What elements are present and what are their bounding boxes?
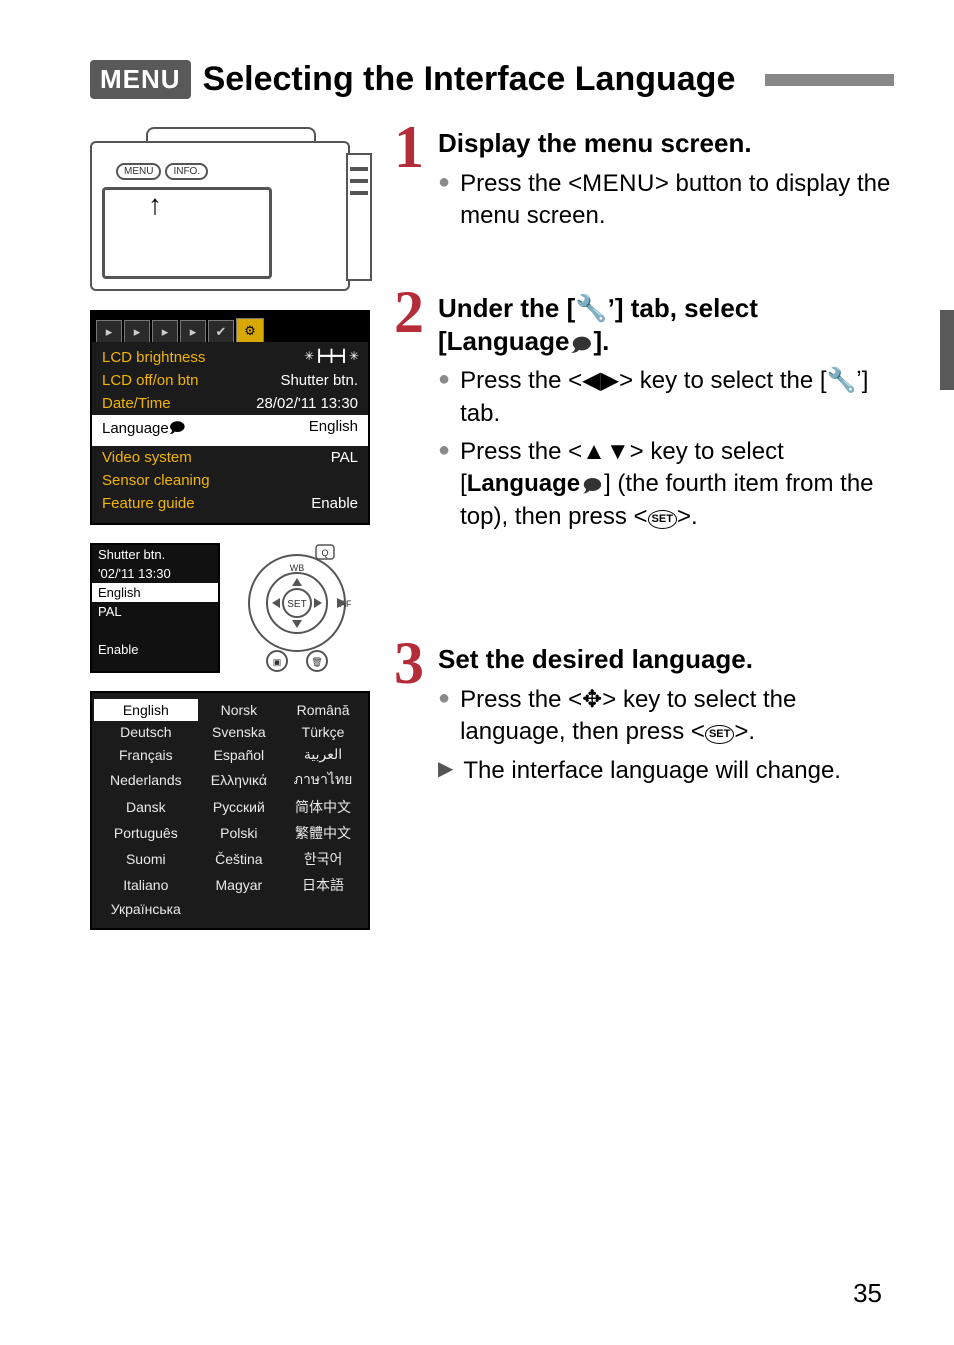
svg-text:WB: WB bbox=[290, 563, 305, 573]
language-option bbox=[280, 898, 366, 920]
step-number: 3 bbox=[394, 633, 424, 693]
step-text: Press the <◀▶> key to select the [🔧ʼ] ta… bbox=[460, 365, 894, 430]
snippet-row: Shutter btn. bbox=[92, 545, 218, 564]
step-number: 1 bbox=[394, 117, 424, 177]
menu-tab: ✔ bbox=[208, 320, 234, 342]
snippet-row: Enable bbox=[92, 640, 218, 659]
language-option: Türkçe bbox=[280, 721, 366, 743]
language-option: Русский bbox=[198, 794, 280, 820]
title-bar bbox=[765, 74, 894, 86]
control-dial-illustration: SET WB AF Q ▣ 🗑 bbox=[232, 543, 362, 673]
camera-illustration: MENU INFO. ↑ bbox=[90, 127, 380, 292]
svg-text:▣: ▣ bbox=[273, 657, 282, 667]
language-option: English bbox=[94, 699, 198, 721]
menu-row: LCD brightness✳ ┣━╋━┫ ✳ bbox=[92, 346, 368, 369]
language-option: Português bbox=[94, 820, 198, 846]
menu-tab: ⚙ bbox=[236, 318, 264, 342]
language-option: Español bbox=[198, 743, 280, 766]
menu-button-label: MENU bbox=[116, 163, 161, 180]
step-text: Press the <MENU> button to display the m… bbox=[460, 168, 894, 233]
language-option bbox=[198, 898, 280, 920]
language-option: Dansk bbox=[94, 794, 198, 820]
step-heading: Under the [🔧ʼ] tab, select [Language🗩]. bbox=[438, 292, 894, 357]
menu-row: Video systemPAL bbox=[92, 446, 368, 469]
language-option: Română bbox=[280, 699, 366, 721]
language-option: العربية bbox=[280, 743, 366, 766]
menu-screenshot: ▸▸▸▸✔⚙ LCD brightness✳ ┣━╋━┫ ✳LCD off/on… bbox=[90, 310, 370, 525]
language-option: Nederlands bbox=[94, 766, 198, 794]
step-heading: Display the menu screen. bbox=[438, 127, 894, 160]
bullet-icon: ● bbox=[438, 436, 450, 533]
menu-row: Sensor cleaning bbox=[92, 469, 368, 492]
language-option: 日本語 bbox=[280, 872, 366, 898]
step-1: 1 Display the menu screen. ● Press the <… bbox=[398, 127, 894, 232]
snippet-row bbox=[92, 621, 218, 640]
menu-tab: ▸ bbox=[124, 320, 150, 342]
up-down-arrows-icon: ▲▼ bbox=[582, 438, 630, 465]
up-arrow-icon: ↑ bbox=[148, 189, 162, 221]
language-icon: 🗩 bbox=[580, 474, 604, 498]
language-option: 简体中文 bbox=[280, 794, 366, 820]
language-option: 繁體中文 bbox=[280, 820, 366, 846]
step-heading: Set the desired language. bbox=[438, 643, 894, 676]
step-3: 3 Set the desired language. ● Press the … bbox=[398, 643, 894, 787]
bullet-icon: ● bbox=[438, 168, 450, 233]
language-option: Suomi bbox=[94, 846, 198, 872]
triangle-bullet-icon: ▶ bbox=[438, 755, 453, 787]
menu-tab: ▸ bbox=[152, 320, 178, 342]
menu-row: Language🗩English bbox=[92, 415, 368, 446]
language-option: Norsk bbox=[198, 699, 280, 721]
language-option: 한국어 bbox=[280, 846, 366, 872]
language-option: Italiano bbox=[94, 872, 198, 898]
menu-tab: ▸ bbox=[180, 320, 206, 342]
step-text: Press the <✥> key to select the language… bbox=[460, 684, 894, 749]
step-2: 2 Under the [🔧ʼ] tab, select [Language🗩]… bbox=[398, 292, 894, 533]
svg-text:Q: Q bbox=[321, 548, 328, 558]
language-option: Svenska bbox=[198, 721, 280, 743]
menu-badge: MENU bbox=[90, 60, 191, 99]
language-option: ภาษาไทย bbox=[280, 766, 366, 794]
step-number: 2 bbox=[394, 282, 424, 342]
language-option: Deutsch bbox=[94, 721, 198, 743]
step-text: The interface language will change. bbox=[463, 755, 841, 787]
snippet-row: '02/'11 13:30 bbox=[92, 564, 218, 583]
wrench-icon: 🔧 bbox=[575, 292, 607, 325]
info-button-label: INFO. bbox=[165, 163, 208, 180]
menu-snippet: Shutter btn.'02/'11 13:30EnglishPAL Enab… bbox=[90, 543, 220, 673]
instructions-column: 1 Display the menu screen. ● Press the <… bbox=[398, 127, 894, 948]
dial-figure-row: Shutter btn.'02/'11 13:30EnglishPAL Enab… bbox=[90, 543, 380, 673]
language-option: Українська bbox=[94, 898, 198, 920]
menu-row: LCD off/on btnShutter btn. bbox=[92, 369, 368, 392]
language-option: Polski bbox=[198, 820, 280, 846]
edge-tab bbox=[940, 310, 954, 390]
menu-row: Date/Time28/02/'11 13:30 bbox=[92, 392, 368, 415]
bullet-icon: ● bbox=[438, 365, 450, 430]
set-icon: SET bbox=[705, 725, 734, 744]
menu-tab: ▸ bbox=[96, 320, 122, 342]
svg-text:SET: SET bbox=[287, 599, 306, 610]
cross-arrows-icon: ✥ bbox=[582, 686, 602, 713]
language-list-screenshot: EnglishNorskRomână DeutschSvenskaTürkçe Fr… bbox=[90, 691, 370, 930]
bullet-icon: ● bbox=[438, 684, 450, 749]
left-right-arrows-icon: ◀▶ bbox=[582, 367, 619, 394]
page-title: Selecting the Interface Language bbox=[203, 60, 736, 99]
step-text: Press the <▲▼> key to select [Language🗩]… bbox=[460, 436, 894, 533]
svg-text:🗑: 🗑 bbox=[311, 657, 322, 667]
page-number: 35 bbox=[853, 1278, 882, 1309]
page-title-row: MENU Selecting the Interface Language bbox=[90, 60, 894, 99]
set-icon: SET bbox=[648, 510, 677, 529]
snippet-row: English bbox=[92, 583, 218, 602]
wrench-icon: 🔧 bbox=[827, 365, 857, 397]
language-option: Français bbox=[94, 743, 198, 766]
language-icon: 🗩 bbox=[569, 334, 593, 357]
menu-row: Feature guideEnable bbox=[92, 492, 368, 515]
language-option: Čeština bbox=[198, 846, 280, 872]
language-option: Magyar bbox=[198, 872, 280, 898]
language-option: Ελληνικά bbox=[198, 766, 280, 794]
snippet-row: PAL bbox=[92, 602, 218, 621]
figures-column: MENU INFO. ↑ ▸▸▸▸✔⚙ LCD brightness✳ ┣━╋━… bbox=[90, 127, 380, 948]
